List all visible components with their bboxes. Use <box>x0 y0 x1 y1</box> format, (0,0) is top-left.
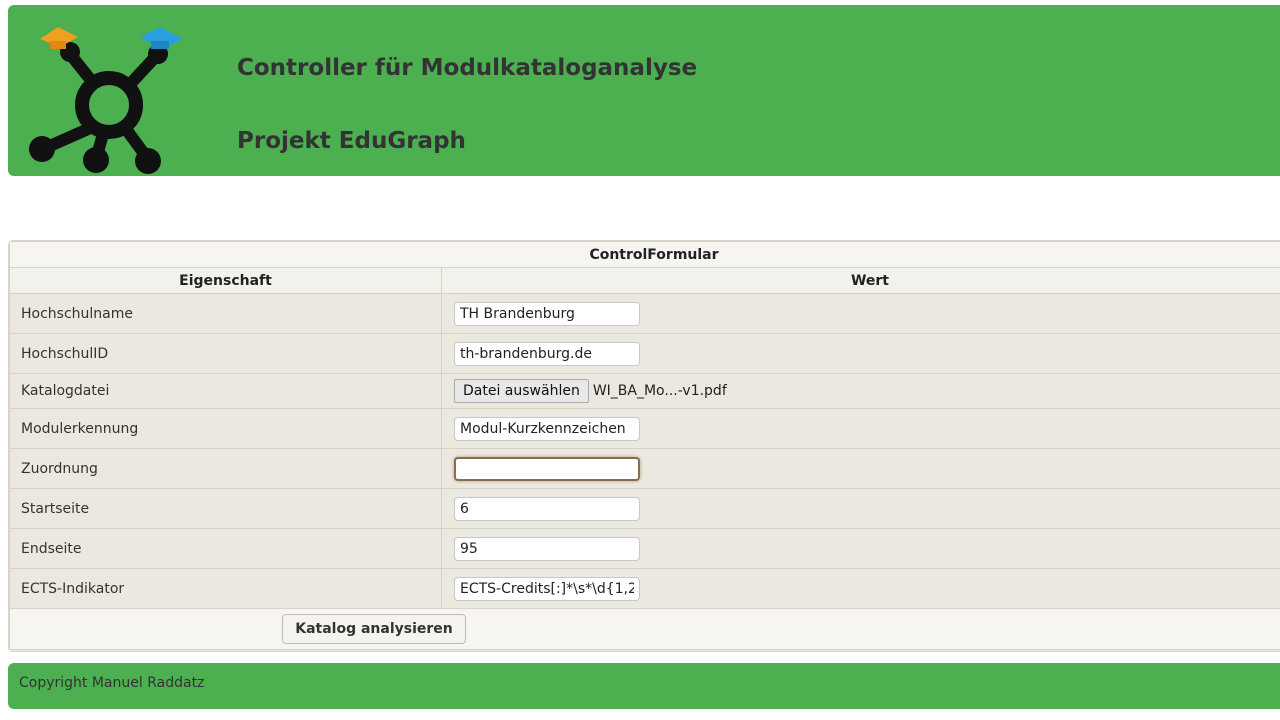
row-label-zuordnung: Zuordnung <box>9 448 442 489</box>
page-subtitle: Projekt EduGraph <box>237 128 466 154</box>
submit-row: Katalog analysieren <box>9 608 1280 650</box>
page-title: Controller für Modulkataloganalyse <box>237 55 698 81</box>
control-form: ControlFormular Eigenschaft Wert Hochsch… <box>8 240 1280 652</box>
column-header-wert: Wert <box>441 267 1280 294</box>
hochschulname-input[interactable] <box>454 301 640 326</box>
modulerkennung-input[interactable] <box>454 416 640 441</box>
startseite-input[interactable] <box>454 496 640 521</box>
table-row: ECTS-Indikator <box>9 568 1280 609</box>
zuordnung-input[interactable] <box>454 456 640 481</box>
row-label-endseite: Endseite <box>9 528 442 569</box>
endseite-input[interactable] <box>454 536 640 561</box>
copyright-text: Copyright Manuel Raddatz <box>19 675 205 691</box>
table-row: HochschulID <box>9 333 1280 374</box>
ects-indikator-input[interactable] <box>454 576 640 601</box>
hochschulid-input[interactable] <box>454 341 640 366</box>
control-form-table: ControlFormular Eigenschaft Wert Hochsch… <box>9 241 1280 650</box>
table-row: Zuordnung <box>9 448 1280 489</box>
row-label-startseite: Startseite <box>9 488 442 529</box>
page-header: Controller für Modulkataloganalyse Proje… <box>8 5 1280 176</box>
table-row: Startseite <box>9 488 1280 529</box>
row-label-ects-indikator: ECTS-Indikator <box>9 568 442 609</box>
table-row: Endseite <box>9 528 1280 569</box>
selected-file-name: WI_BA_Mo...-v1.pdf <box>592 383 727 399</box>
form-caption-row: ControlFormular <box>9 241 1280 268</box>
table-row: Katalogdatei Datei auswählen WI_BA_Mo...-… <box>9 373 1280 409</box>
page-footer: Copyright Manuel Raddatz <box>8 663 1280 709</box>
column-header-eigenschaft: Eigenschaft <box>9 267 442 294</box>
row-label-modulerkennung: Modulerkennung <box>9 408 442 449</box>
form-caption: ControlFormular <box>9 241 1280 268</box>
edugraph-logo-icon <box>29 27 183 174</box>
row-label-katalogdatei: Katalogdatei <box>9 373 442 409</box>
analyze-catalog-button[interactable]: Katalog analysieren <box>282 614 466 644</box>
table-row: Hochschulname <box>9 293 1280 334</box>
table-header-row: Eigenschaft Wert <box>9 267 1280 294</box>
row-label-hochschulname: Hochschulname <box>9 293 442 334</box>
row-label-hochschulid: HochschulID <box>9 333 442 374</box>
choose-file-button[interactable]: Datei auswählen <box>454 379 589 403</box>
table-row: Modulerkennung <box>9 408 1280 449</box>
